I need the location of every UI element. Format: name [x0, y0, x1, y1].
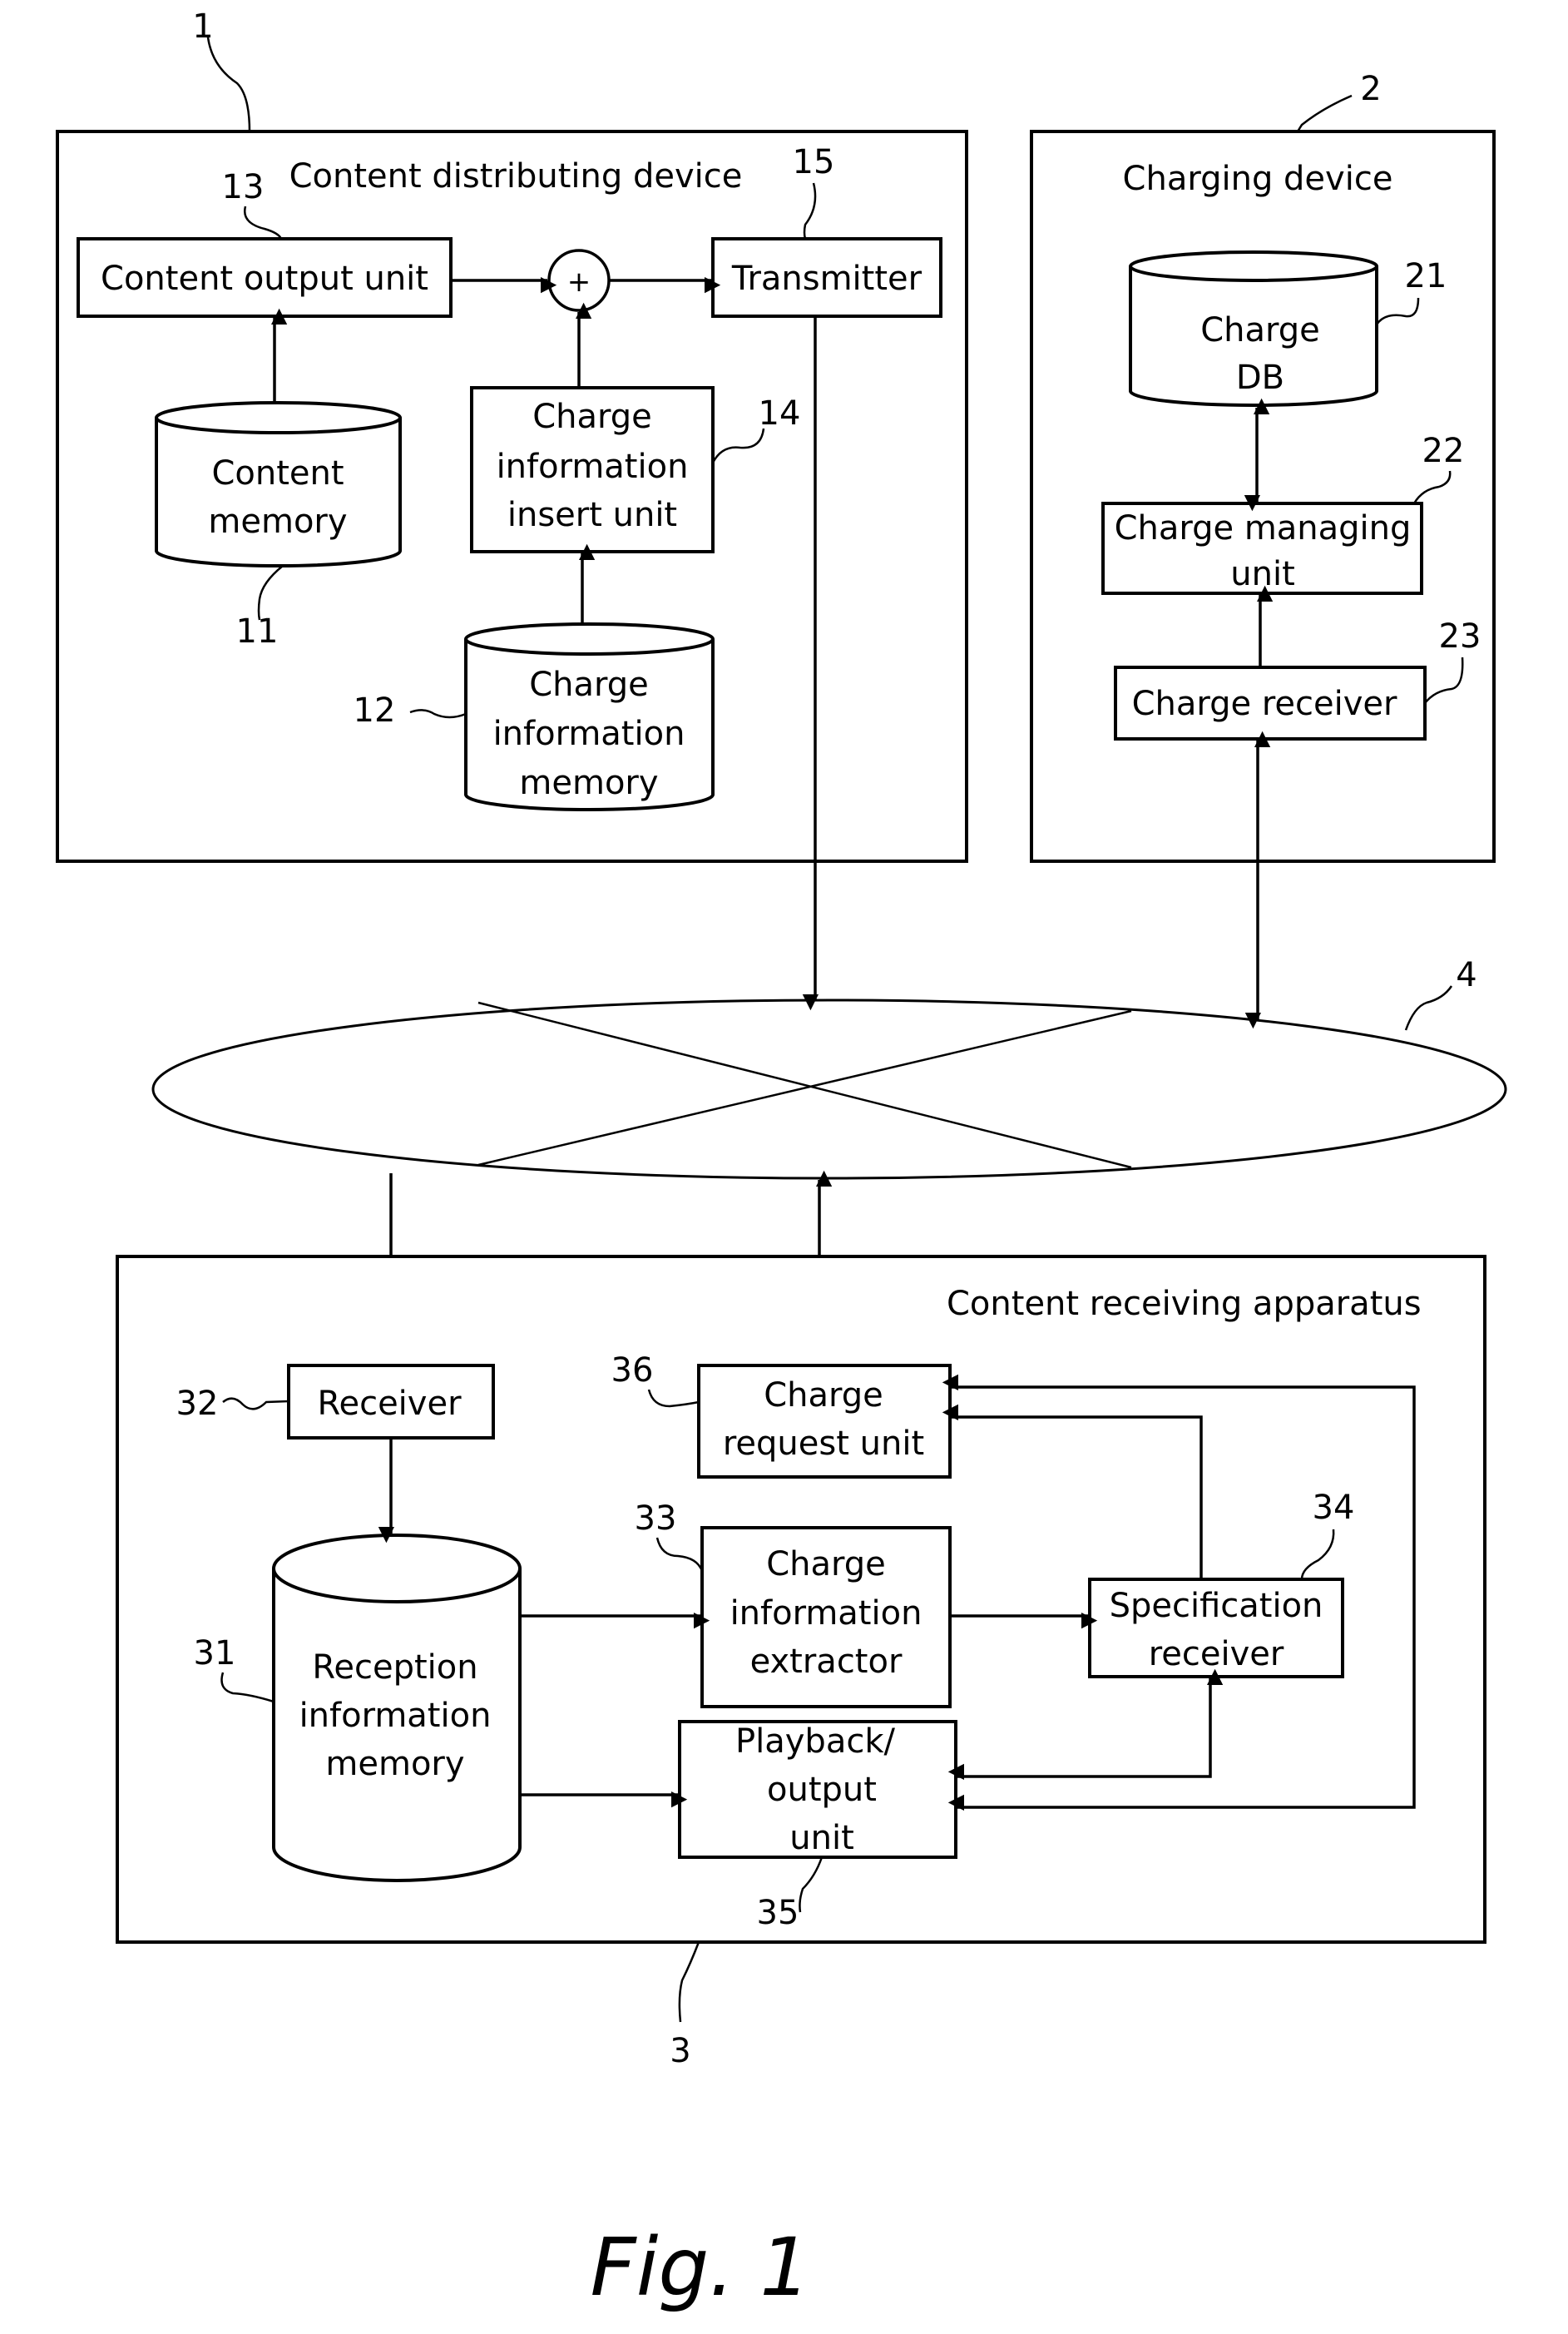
charge-information-insert-unit-label-line3: insert unit [507, 496, 677, 534]
ref-number-36: 36 [611, 1351, 654, 1390]
charging-device: Charging device 2 Charge DB 21 Charge ma… [1030, 70, 1496, 863]
content-memory-top [155, 401, 402, 434]
content-memory-cylinder: Content memory [155, 401, 402, 567]
charging-device-title: Charging device [1123, 160, 1393, 198]
figure-caption: Fig. 1 [591, 2221, 811, 2314]
network-ellipse [151, 999, 1507, 1180]
ref-number-2: 2 [1360, 70, 1381, 108]
specification-receiver-label-line1: Specification [1110, 1587, 1323, 1625]
ref-leader-4 [1404, 985, 1453, 1031]
ref-number-23: 23 [1439, 617, 1481, 656]
charge-db-label-line2: DB [1236, 359, 1284, 397]
reception-information-memory-label-line1: Reception [312, 1648, 477, 1687]
charge-information-memory-label-line3: memory [519, 764, 658, 802]
ref-number-34: 34 [1313, 1489, 1355, 1527]
content-receiving-apparatus-title: Content receiving apparatus [947, 1285, 1422, 1323]
reception-information-memory-top [272, 1534, 522, 1603]
charge-db-cylinder: Charge DB [1129, 250, 1378, 407]
network: 4 [151, 956, 1507, 1180]
playback-output-unit-label-line1: Playback/ [735, 1722, 895, 1761]
content-output-unit-label: Content output unit [101, 260, 428, 298]
ref-number-35: 35 [757, 1894, 799, 1932]
ref-number-13: 13 [222, 168, 265, 206]
patent-figure: Content distributing device 1 Content ou… [56, 7, 1507, 2314]
charge-information-memory-label-line1: Charge [529, 666, 649, 704]
ref-number-22: 22 [1422, 432, 1465, 470]
reception-information-memory-cylinder: Reception information memory [272, 1534, 522, 1882]
charge-db-label-line1: Charge [1200, 311, 1320, 349]
ref-leader-1 [206, 37, 251, 132]
ref-leader-2 [1296, 94, 1353, 132]
charge-information-extractor-label-line1: Charge [766, 1545, 886, 1583]
charge-managing-unit-label-line1: Charge managing [1115, 509, 1412, 548]
charge-db-top [1129, 250, 1378, 282]
ref-number-31: 31 [194, 1634, 236, 1672]
ref-number-14: 14 [759, 394, 801, 433]
ref-number-21: 21 [1405, 257, 1447, 295]
ref-leader-3 [678, 1941, 700, 2023]
ref-number-15: 15 [793, 143, 835, 181]
charge-receiver-label: Charge receiver [1132, 685, 1397, 723]
content-memory-label-line2: memory [208, 503, 347, 541]
charge-information-memory-cylinder: Charge information memory [464, 622, 715, 811]
charge-information-extractor-label-line2: information [730, 1594, 922, 1633]
content-memory-label-line1: Content [211, 454, 344, 493]
playback-output-unit-label-line3: unit [789, 1819, 854, 1857]
content-distributing-device-title: Content distributing device [289, 157, 743, 196]
reception-information-memory-label-line3: memory [325, 1745, 464, 1783]
adder-plus-symbol: + [567, 265, 591, 299]
charge-request-unit-label-line1: Charge [764, 1376, 883, 1415]
receiver-label: Receiver [317, 1385, 462, 1423]
ref-number-12: 12 [354, 691, 396, 730]
content-distributing-device: Content distributing device 1 Content ou… [56, 7, 968, 863]
charge-information-insert-unit-label-line1: Charge [532, 398, 652, 436]
playback-output-unit-label-line2: output [767, 1771, 877, 1809]
charge-managing-unit-label-line2: unit [1230, 555, 1295, 593]
ref-number-3: 3 [670, 2032, 690, 2070]
charge-information-extractor-label-line3: extractor [750, 1643, 903, 1681]
charging-device-frame [1030, 130, 1496, 863]
ref-number-11: 11 [236, 612, 279, 651]
specification-receiver-label-line2: receiver [1149, 1635, 1284, 1673]
ref-number-1: 1 [192, 7, 213, 46]
ref-number-33: 33 [635, 1499, 677, 1538]
ref-number-32: 32 [176, 1385, 219, 1423]
reception-information-memory-label-line2: information [299, 1697, 492, 1735]
charge-request-unit-label-line2: request unit [723, 1425, 924, 1463]
charge-information-insert-unit-label-line2: information [497, 448, 689, 486]
ref-number-4: 4 [1456, 956, 1476, 994]
charge-information-memory-top [464, 622, 715, 656]
charge-information-memory-label-line2: information [493, 715, 685, 753]
transmitter-label: Transmitter [731, 260, 922, 298]
content-receiving-apparatus: Content receiving apparatus 3 Receiver 3… [116, 1255, 1486, 2070]
